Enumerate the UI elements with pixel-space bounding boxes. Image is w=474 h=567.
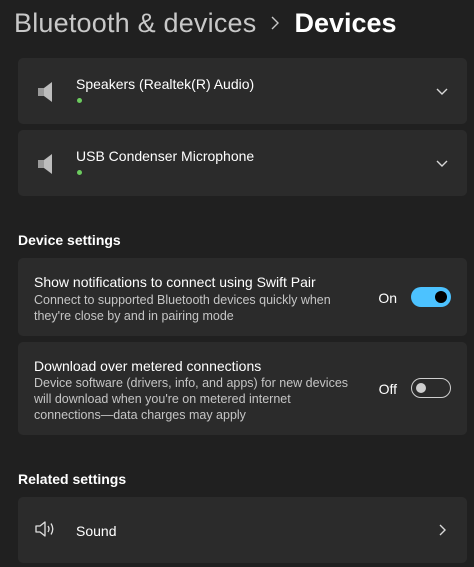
device-name: USB Condenser Microphone (76, 148, 255, 164)
related-settings-heading: Related settings (18, 471, 127, 487)
setting-title: Download over metered connections (34, 358, 262, 374)
connected-status-dot (77, 98, 82, 103)
setting-description: Connect to supported Bluetooth devices q… (34, 293, 331, 323)
toggle-knob (435, 291, 447, 303)
toggle-state-label: On (378, 290, 397, 306)
sound-label: Sound (76, 523, 117, 539)
chevron-right-icon (437, 523, 449, 537)
speaker-icon (36, 152, 56, 176)
metered-download-toggle[interactable] (411, 378, 451, 398)
device-card-speakers[interactable]: Speakers (Realtek(R) Audio) (18, 58, 467, 124)
device-card-microphone[interactable]: USB Condenser Microphone (18, 130, 467, 196)
swift-pair-setting: Show notifications to connect using Swif… (18, 258, 467, 336)
sound-icon (34, 519, 58, 539)
toggle-state-label: Off (378, 381, 397, 397)
devices-page: Bluetooth & devices Devices Speakers (Re… (0, 0, 474, 567)
device-settings-heading: Device settings (18, 232, 121, 248)
chevron-down-icon[interactable] (435, 156, 449, 170)
breadcrumb: Bluetooth & devices Devices (14, 3, 397, 43)
page-title: Devices (294, 7, 397, 38)
connected-status-dot (77, 170, 82, 175)
setting-title: Show notifications to connect using Swif… (34, 274, 316, 290)
chevron-down-icon[interactable] (435, 84, 449, 98)
device-name: Speakers (Realtek(R) Audio) (76, 76, 255, 92)
sound-link[interactable]: Sound (18, 497, 467, 563)
breadcrumb-parent-link[interactable]: Bluetooth & devices (14, 8, 256, 39)
metered-download-setting: Download over metered connections Device… (18, 342, 467, 435)
breadcrumb-chevron-icon (256, 16, 294, 30)
swift-pair-toggle[interactable] (411, 287, 451, 307)
setting-description: Device software (drivers, info, and apps… (34, 376, 349, 422)
speaker-icon (36, 80, 56, 104)
toggle-knob (416, 383, 426, 393)
